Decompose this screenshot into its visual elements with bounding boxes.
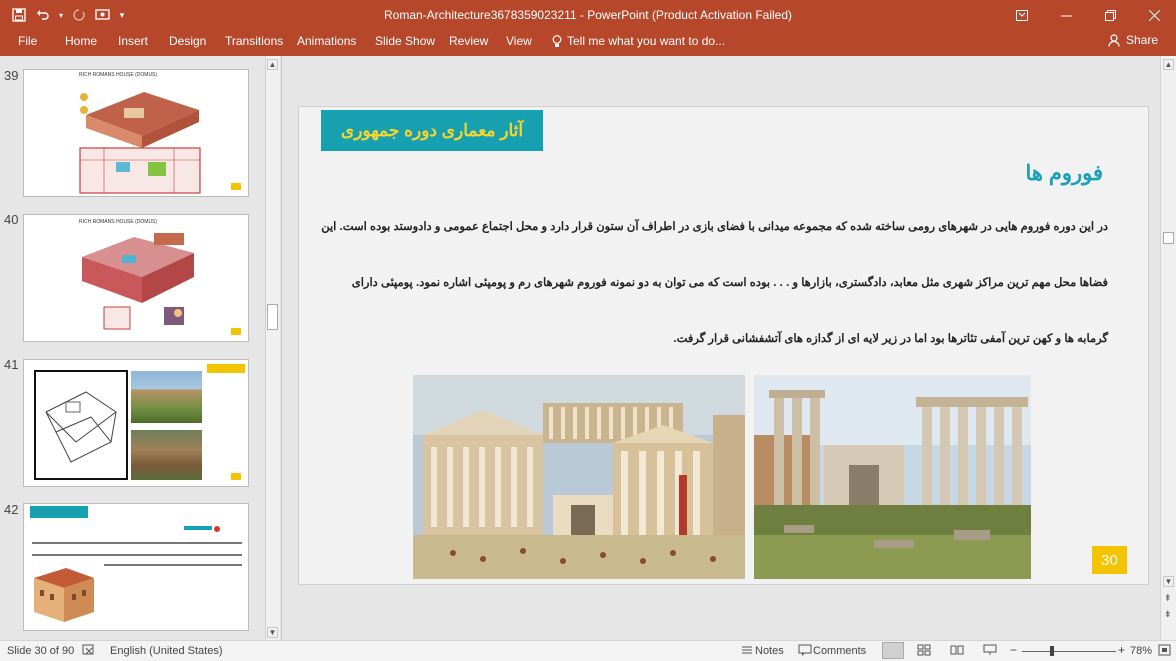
tab-insert[interactable]: Insert (118, 34, 148, 48)
paragraph-line[interactable]: فضاها محل مهم ترین مراکز شهری مثل معابد،… (318, 275, 1108, 289)
tab-view[interactable]: View (506, 34, 532, 48)
paragraph-line[interactable]: در این دوره فوروم هایی در شهرهای رومی سا… (318, 219, 1108, 233)
close-icon[interactable] (1132, 0, 1176, 30)
thumbnail-number: 42 (4, 502, 19, 517)
scroll-up-icon[interactable]: ▲ (267, 59, 278, 70)
minimize-icon[interactable] (1044, 0, 1088, 30)
zoom-slider[interactable] (1022, 651, 1116, 652)
tab-animations[interactable]: Animations (297, 34, 356, 48)
thumbnail-slide-39[interactable]: RICH ROMANS HOUSE (DOMUS) (23, 69, 249, 197)
zoom-slider-thumb[interactable] (1050, 646, 1054, 656)
slide-scrollbar[interactable]: ▲ ▼ ⇞ ⇟ (1160, 56, 1176, 640)
roman-house-cutaway-illustration (82, 233, 194, 330)
thumbnail-subtitle (184, 526, 212, 530)
thumbnail-ruins-photo (131, 430, 202, 480)
fit-slide-icon[interactable] (1158, 644, 1171, 659)
ribbon-tabs: File Home Insert Design Transitions Anim… (0, 30, 1176, 56)
tab-file[interactable]: File (18, 34, 37, 48)
thumbnail-ruins-photo (131, 371, 202, 423)
scroll-thumb[interactable] (1163, 232, 1174, 244)
normal-view-icon[interactable] (882, 642, 904, 659)
zoom-out-icon[interactable]: − (1010, 643, 1017, 657)
next-slide-icon[interactable]: ⇟ (1164, 610, 1172, 619)
restore-icon[interactable] (1088, 0, 1132, 30)
slide-subtitle[interactable]: فوروم ها (1026, 161, 1103, 186)
reading-view-icon[interactable] (950, 644, 964, 659)
comments-icon[interactable] (798, 644, 812, 659)
thumbnail-slide-42[interactable] (23, 503, 249, 631)
roman-house-illustration (79, 92, 201, 194)
tell-me-label: Tell me what you want to do... (567, 34, 726, 48)
tab-home[interactable]: Home (65, 34, 97, 48)
person-icon (1108, 33, 1120, 47)
thumbnail-text-line (32, 554, 242, 556)
zoom-in-icon[interactable]: + (1118, 643, 1125, 657)
lightbulb-icon (552, 34, 562, 47)
tab-slide-show[interactable]: Slide Show (375, 34, 435, 48)
previous-slide-icon[interactable]: ⇞ (1164, 594, 1172, 603)
zoom-level[interactable]: 78% (1130, 645, 1152, 657)
thumbnail-slide-40[interactable]: RICH ROMANS HOUSE (DOMUS) (23, 214, 249, 342)
thumbnail-title-badge (207, 364, 245, 373)
thumbnail-text-line (32, 542, 242, 544)
paragraph-line[interactable]: گرمابه ها و کهن ترین آمفی تئاترها بود ام… (318, 331, 1108, 345)
thumbnails-scrollbar[interactable]: ▲ ▼ (265, 56, 280, 640)
language-indicator[interactable]: English (United States) (110, 645, 223, 657)
thumbnail-number-badge (231, 473, 241, 480)
share-button[interactable]: Share (1108, 33, 1158, 47)
notes-icon[interactable] (740, 644, 754, 659)
thumbnail-number-badge (231, 183, 241, 190)
slide-title[interactable]: آثار معماری دوره جمهوری (321, 110, 543, 151)
current-slide[interactable]: آثار معماری دوره جمهوری فوروم ها در این … (298, 106, 1149, 585)
thumbnail-building-image (28, 564, 98, 626)
thumbnail-slide-41[interactable] (23, 359, 249, 487)
slideshow-view-icon[interactable] (983, 644, 997, 659)
spelling-check-icon[interactable] (82, 644, 96, 659)
scroll-thumb[interactable] (267, 304, 278, 330)
thumbnail-title-badge (30, 506, 88, 518)
slide-sorter-icon[interactable] (917, 644, 931, 659)
slide-number-badge: 30 (1092, 546, 1127, 574)
title-bar: ▾ ▾ Roman-Architecture3678359023211 - Po… (0, 0, 1176, 30)
thumbnail-bullet (214, 526, 220, 532)
comments-button[interactable]: Comments (813, 645, 866, 657)
scroll-up-icon[interactable]: ▲ (1163, 59, 1174, 70)
roman-forum-reconstruction-image[interactable] (413, 375, 745, 579)
tab-design[interactable]: Design (169, 34, 206, 48)
scroll-down-icon[interactable]: ▼ (267, 627, 278, 638)
slide-thumbnails-pane: 39 RICH ROMANS HOUSE (DOMUS) 40 RICH ROM… (0, 56, 282, 640)
tab-transitions[interactable]: Transitions (225, 34, 283, 48)
tab-review[interactable]: Review (449, 34, 488, 48)
tell-me-box[interactable]: Tell me what you want to do... (552, 34, 725, 48)
thumbnail-number-badge (231, 328, 241, 335)
ribbon-display-icon[interactable] (1000, 0, 1044, 30)
share-label: Share (1125, 33, 1158, 47)
scroll-down-icon[interactable]: ▼ (1163, 576, 1174, 587)
roman-forum-ruins-photo[interactable] (754, 375, 1031, 579)
slide-counter: Slide 30 of 90 (7, 645, 75, 657)
thumbnail-text-line (104, 564, 242, 566)
thumbnail-plan-image (34, 370, 128, 480)
thumbnail-number: 41 (4, 357, 19, 372)
status-bar: Slide 30 of 90 English (United States) N… (0, 640, 1176, 661)
thumbnail-number: 40 (4, 212, 19, 227)
thumbnail-number: 39 (4, 68, 19, 83)
notes-button[interactable]: Notes (755, 645, 784, 657)
